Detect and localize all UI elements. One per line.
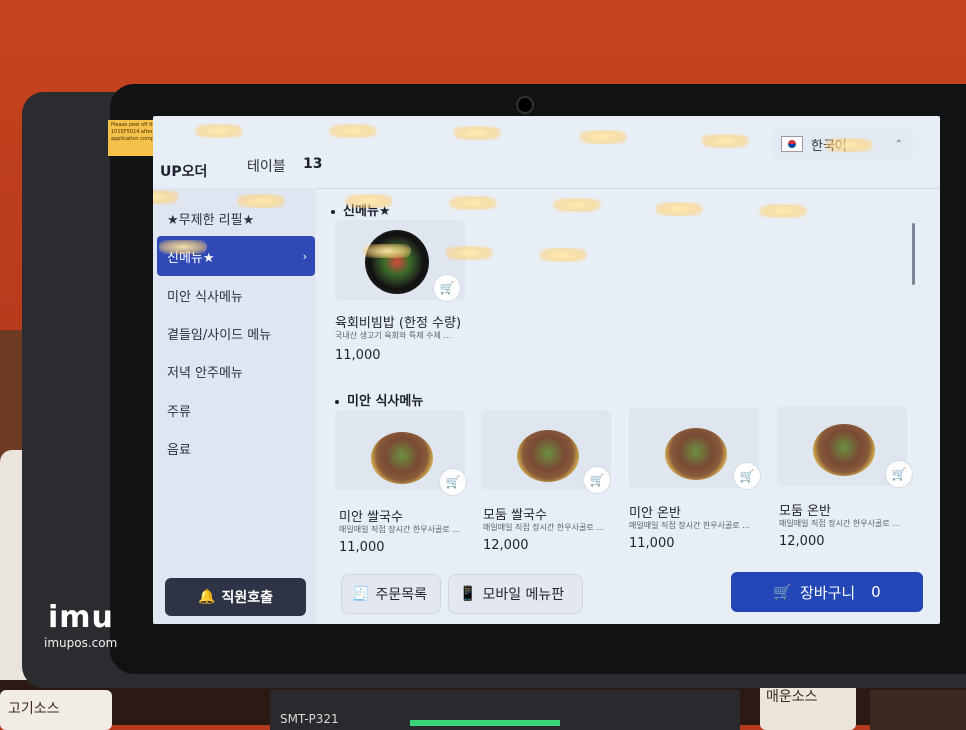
light-reflection	[553, 198, 601, 212]
cart-label: 장바구니	[799, 583, 856, 602]
add-to-cart-icon[interactable]: 🛒	[885, 460, 913, 488]
brand-logo: imu	[48, 600, 114, 635]
light-reflection	[153, 190, 179, 204]
sidebar-item-label: 저녁 안주메뉴	[167, 365, 243, 381]
brand-url: imupos.com	[44, 636, 118, 650]
menu-item-desc: 매일매일 직접 장시간 한우사골로 ...	[339, 525, 460, 534]
sidebar-item-label: 음료	[167, 442, 191, 458]
order-list-button[interactable]: 🧾 주문목록	[341, 574, 441, 614]
chevron-right-icon: ›	[302, 249, 307, 263]
jar-left-label: 고기소스	[8, 701, 60, 717]
menu-item-price: 11,000	[629, 536, 675, 551]
light-reflection	[449, 196, 497, 210]
stand-label: SMT-P321	[280, 712, 339, 726]
dark-object	[870, 690, 966, 730]
sidebar-item-unlimited-refill[interactable]: ★무제한 리필★	[157, 198, 315, 238]
light-reflection	[825, 138, 873, 152]
cart-button[interactable]: 🛒 장바구니 0	[731, 572, 923, 612]
sidebar-item-mian-meals[interactable]: 미안 식사메뉴	[157, 275, 315, 315]
add-to-cart-icon[interactable]: 🛒	[583, 466, 611, 494]
menu-item-name[interactable]: 미안 온반	[629, 502, 681, 521]
cart-icon: 🛒	[773, 583, 792, 601]
table-label: 테이블	[247, 159, 286, 175]
menu-item-name[interactable]: 모둠 온반	[779, 500, 831, 519]
staff-call-label: 직원호출	[221, 590, 273, 606]
stand-led	[410, 720, 560, 726]
add-to-cart-icon[interactable]: 🛒	[433, 274, 461, 302]
menu-item-price: 11,000	[335, 348, 381, 363]
sauce-jar-left: 고기소스	[0, 690, 112, 730]
light-reflection	[159, 240, 207, 254]
receipt-icon: 🧾	[352, 586, 370, 602]
bell-icon: 🔔	[198, 589, 216, 605]
light-reflection	[579, 130, 627, 144]
menu-item-price: 11,000	[339, 540, 385, 555]
light-reflection	[539, 248, 587, 262]
jar-right-label: 매운소스	[766, 689, 818, 705]
menu-item-desc: 매일매일 직접 장시간 한우사골로 ...	[629, 521, 750, 530]
sidebar-item-label: 주류	[167, 404, 191, 420]
bullet-icon	[335, 399, 339, 404]
kiosk-screen: UP오더 테이블 13 한국어 ⌃ ★무제한 리필★ 신메뉴★ › 미안 식사메…	[153, 116, 940, 624]
add-to-cart-icon[interactable]: 🛒	[733, 462, 761, 490]
app-title: UP오더	[160, 164, 208, 180]
chevron-up-icon: ⌃	[894, 138, 903, 150]
menu-item-desc: 국내산 생고기 육회와 특제 수제 ...	[335, 331, 452, 340]
sidebar-item-label: 미안 식사메뉴	[167, 289, 243, 305]
light-reflection	[363, 244, 411, 258]
sidebar-item-side-menu[interactable]: 곁들임/사이드 메뉴	[157, 313, 315, 353]
light-reflection	[195, 124, 243, 138]
section-title-text: 미안 식사메뉴	[347, 394, 424, 409]
menu-item-name[interactable]: 육회비빔밥 (한정 수량)	[335, 312, 461, 331]
menu-item-desc: 매일매일 직접 장시간 한우사골로 ...	[779, 519, 900, 528]
light-reflection	[701, 134, 749, 148]
scrollbar[interactable]	[912, 223, 915, 285]
menu-item-desc: 매일매일 직접 장시간 한우사골로 ...	[483, 523, 604, 532]
mobile-icon: 📱	[459, 586, 477, 602]
mobile-menu-button[interactable]: 📱 모바일 메뉴판	[448, 574, 583, 614]
light-reflection	[759, 204, 807, 218]
menu-item-price: 12,000	[483, 538, 529, 553]
camera-icon	[516, 96, 534, 114]
food-photo	[365, 230, 429, 294]
food-photo	[517, 430, 579, 482]
menu-item-name[interactable]: 미안 쌀국수	[339, 506, 403, 525]
light-reflection	[655, 202, 703, 216]
light-reflection	[345, 194, 393, 208]
food-photo	[665, 428, 727, 480]
section-title-mian-meals: 미안 식사메뉴	[335, 390, 423, 409]
sidebar-item-drinks[interactable]: 음료	[157, 428, 315, 468]
food-photo	[371, 432, 433, 484]
light-reflection	[329, 124, 377, 138]
sidebar-item-evening-snacks[interactable]: 저녁 안주메뉴	[157, 351, 315, 391]
light-reflection	[237, 194, 285, 208]
light-reflection	[453, 126, 501, 140]
add-to-cart-icon[interactable]: 🛒	[439, 468, 467, 496]
sidebar-item-label: 곁들임/사이드 메뉴	[167, 327, 272, 343]
sidebar-item-alcohol[interactable]: 주류	[157, 390, 315, 430]
sidebar-item-label: ★무제한 리필★	[167, 212, 255, 228]
staff-call-button[interactable]: 🔔 직원호출	[165, 578, 306, 616]
bullet-icon	[331, 209, 335, 214]
menu-item-price: 12,000	[779, 534, 825, 549]
table-number: 13	[303, 156, 323, 172]
light-reflection	[445, 246, 493, 260]
korea-flag-icon	[781, 136, 803, 152]
menu-item-name[interactable]: 모둠 쌀국수	[483, 504, 547, 523]
cart-count: 0	[871, 583, 881, 601]
food-photo	[813, 424, 875, 476]
order-list-label: 주문목록	[375, 587, 427, 603]
mobile-menu-label: 모바일 메뉴판	[482, 587, 565, 603]
